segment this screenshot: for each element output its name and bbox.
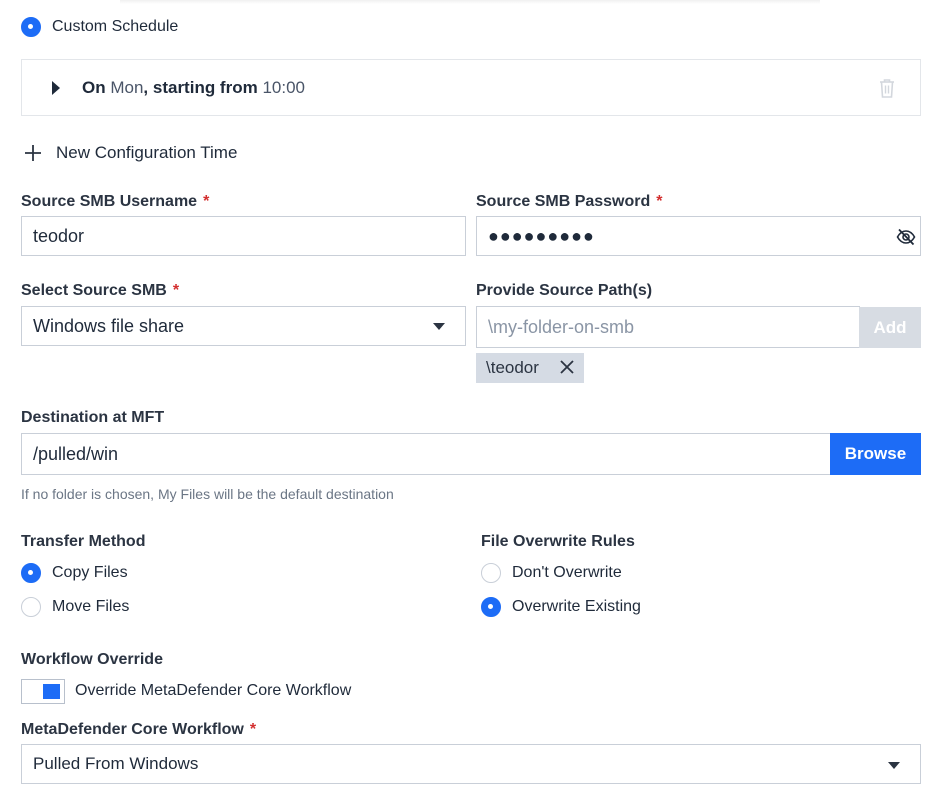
destination-value: /pulled/win — [33, 443, 119, 464]
custom-schedule-radio[interactable] — [21, 17, 41, 37]
required-mark: * — [656, 193, 663, 210]
destination-input[interactable]: /pulled/win — [21, 433, 831, 475]
required-mark: * — [249, 721, 257, 738]
overwrite-existing-radio[interactable] — [481, 597, 501, 617]
dont-overwrite-label: Don't Overwrite — [512, 564, 622, 581]
password-label-text: Source SMB Password — [476, 193, 651, 210]
core-workflow-label: MetaDefender Core Workflow * — [21, 721, 256, 739]
required-mark: * — [203, 193, 210, 210]
core-workflow-selected: Pulled From Windows — [33, 754, 199, 773]
move-files-option[interactable]: Move Files — [21, 597, 129, 617]
custom-schedule-label: Custom Schedule — [52, 18, 179, 35]
transfer-method-label: Transfer Method — [21, 533, 145, 551]
copy-files-radio[interactable] — [21, 563, 41, 583]
move-files-radio[interactable] — [21, 597, 41, 617]
schedule-entry-day: Mon — [110, 78, 144, 97]
workflow-override-toggle-label: Override MetaDefender Core Workflow — [75, 682, 352, 699]
source-smb-label: Select Source SMB * — [21, 282, 179, 300]
overwrite-rules-label: File Overwrite Rules — [481, 533, 635, 551]
source-paths-label-text: Provide Source Path(s) — [476, 282, 653, 299]
username-label-text: Source SMB Username — [21, 193, 198, 210]
source-paths-label: Provide Source Path(s) — [476, 282, 652, 300]
workflow-override-toggle[interactable] — [21, 679, 65, 704]
dont-overwrite-option[interactable]: Don't Overwrite — [481, 563, 622, 583]
schedule-entry-time: 10:00 — [262, 78, 305, 97]
dont-overwrite-radio[interactable] — [481, 563, 501, 583]
destination-hint: If no folder is chosen, My Files will be… — [21, 486, 394, 502]
overwrite-existing-option[interactable]: Overwrite Existing — [481, 597, 641, 617]
move-files-label: Move Files — [52, 598, 130, 615]
destination-label-text: Destination at MFT — [21, 409, 165, 426]
path-chip-label: \teodor — [486, 358, 539, 377]
source-path-placeholder: \my-folder-on-smb — [488, 316, 635, 337]
overwrite-rules-label-text: File Overwrite Rules — [481, 533, 635, 550]
copy-files-label: Copy Files — [52, 564, 128, 581]
username-label: Source SMB Username * — [21, 193, 209, 211]
trash-icon[interactable] — [878, 78, 896, 98]
source-smb-label-text: Select Source SMB — [21, 282, 167, 299]
source-smb-selected: Windows file share — [33, 315, 185, 336]
chevron-down-icon — [433, 323, 445, 330]
top-edge-shadow — [120, 0, 820, 4]
password-input[interactable]: ●●●●●●●●● — [476, 216, 921, 256]
required-mark: * — [172, 282, 180, 299]
add-path-button[interactable]: Add — [859, 307, 921, 348]
path-chip: \teodor — [476, 353, 584, 383]
copy-files-option[interactable]: Copy Files — [21, 563, 128, 583]
schedule-entry-summary: On Mon, starting from 10:00 — [82, 78, 305, 98]
plus-icon — [25, 145, 41, 161]
workflow-override-label: Workflow Override — [21, 651, 163, 669]
source-smb-select[interactable]: Windows file share — [21, 306, 466, 346]
custom-schedule-option[interactable]: Custom Schedule — [21, 17, 178, 37]
workflow-override-label-text: Workflow Override — [21, 651, 163, 668]
transfer-method-label-text: Transfer Method — [21, 533, 146, 550]
source-path-input[interactable]: \my-folder-on-smb — [476, 306, 860, 348]
schedule-entry-middle: , starting from — [143, 78, 263, 97]
eye-slash-icon[interactable] — [896, 227, 916, 247]
overwrite-existing-label: Overwrite Existing — [512, 598, 641, 615]
close-icon[interactable] — [559, 358, 575, 376]
toggle-knob — [43, 684, 60, 699]
schedule-entry[interactable]: On Mon, starting from 10:00 — [21, 59, 921, 116]
chevron-down-icon — [888, 762, 900, 769]
new-configuration-time-label: New Configuration Time — [56, 143, 238, 162]
core-workflow-select[interactable]: Pulled From Windows — [21, 744, 921, 784]
destination-label: Destination at MFT — [21, 409, 164, 427]
schedule-entry-prefix: On — [82, 78, 111, 97]
browse-button[interactable]: Browse — [830, 433, 921, 475]
password-label: Source SMB Password * — [476, 193, 663, 211]
new-configuration-time-button[interactable]: New Configuration Time — [24, 143, 237, 163]
username-value: teodor — [33, 225, 85, 246]
caret-right-icon[interactable] — [52, 81, 60, 95]
username-input[interactable]: teodor — [21, 216, 466, 256]
password-masked-value: ●●●●●●●●● — [488, 225, 595, 246]
core-workflow-label-text: MetaDefender Core Workflow — [21, 721, 244, 738]
